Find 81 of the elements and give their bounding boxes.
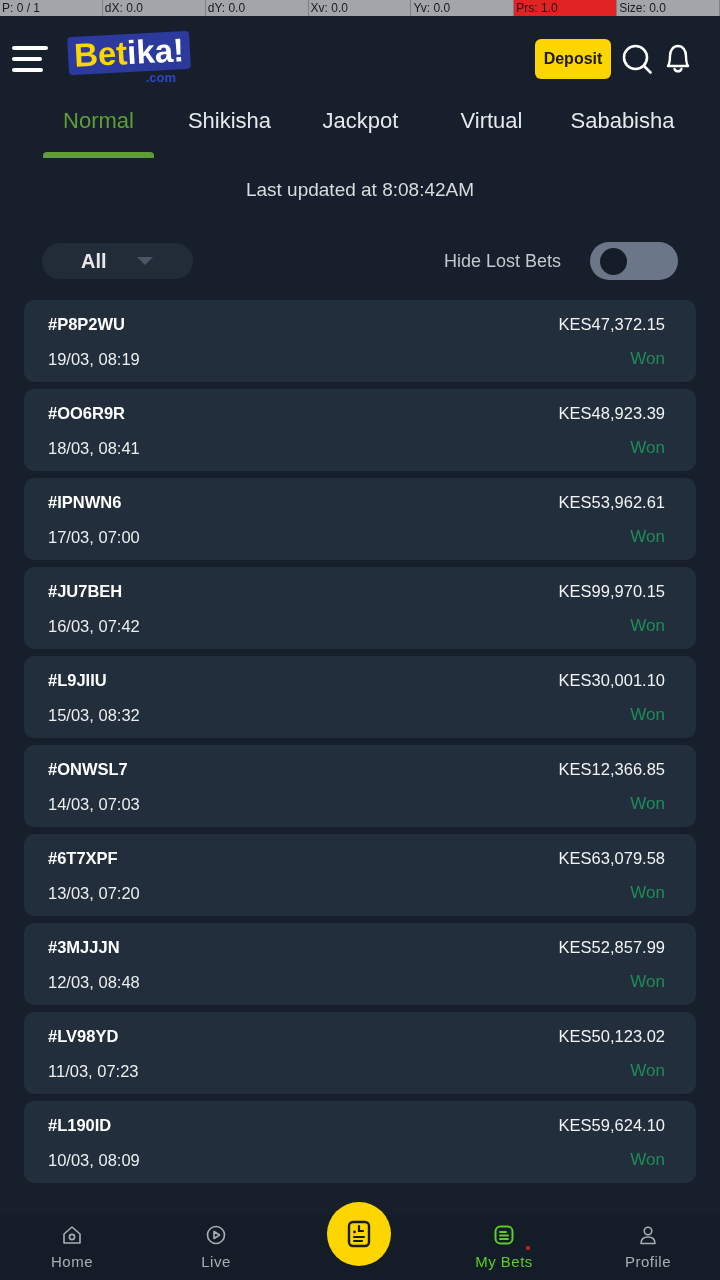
bet-card[interactable]: #P8P2WU KES47,372.15 19/03, 08:19 Won	[24, 300, 696, 382]
bet-status: Won	[630, 1150, 665, 1170]
caret-icon	[136, 257, 153, 265]
bet-id: #6T7XPF	[48, 848, 118, 868]
bet-card[interactable]: #LV98YD KES50,123.02 11/03, 07:23 Won	[24, 1012, 696, 1094]
tab[interactable]: Sababisha	[557, 102, 688, 158]
toggle-switch[interactable]	[590, 242, 678, 280]
pointer-readout: Yv: 0.0	[411, 0, 515, 16]
bet-card[interactable]: #ONWSL7 KES12,366.85 14/03, 07:03 Won	[24, 745, 696, 827]
bet-status: Won	[630, 1061, 665, 1081]
bet-status: Won	[630, 616, 665, 636]
bet-date: 15/03, 08:32	[48, 705, 140, 725]
last-updated-text: Last updated at 8:08:42AM	[244, 178, 476, 202]
bet-date: 13/03, 07:20	[48, 883, 140, 903]
bet-date: 14/03, 07:03	[48, 794, 140, 814]
bet-amount: KES12,366.85	[558, 759, 665, 779]
pointer-readout: Xv: 0.0	[308, 0, 412, 16]
bet-status: Won	[630, 705, 665, 725]
bet-amount: KES47,372.15	[558, 314, 665, 334]
bet-id: #L9JIIU	[48, 670, 107, 690]
pointer-readout: Size: 0.0	[617, 0, 720, 16]
bet-id: #OO6R9R	[48, 403, 126, 423]
bet-amount: KES63,079.58	[558, 848, 665, 868]
bet-id: #IPNWN6	[48, 492, 122, 512]
filter-dropdown[interactable]: All	[42, 243, 193, 279]
profile-icon	[638, 1225, 658, 1245]
bet-amount: KES52,857.99	[558, 937, 665, 957]
bet-status: Won	[630, 972, 665, 992]
pointer-readout: P: 0 / 1	[0, 0, 103, 16]
bet-date: 19/03, 08:19	[48, 349, 140, 369]
bet-card[interactable]: #L190ID KES59,624.10 10/03, 08:09 Won	[24, 1101, 696, 1183]
document-icon	[347, 1220, 371, 1248]
pointer-readout: Prs: 1.0	[514, 0, 618, 16]
tab[interactable]: Shikisha	[164, 102, 295, 158]
bet-status: Won	[630, 883, 665, 903]
list-icon	[494, 1225, 514, 1245]
bet-id: #3MJJJN	[48, 937, 120, 957]
bet-date: 11/03, 07:23	[48, 1061, 139, 1081]
nav-tab[interactable]: Live	[144, 1215, 288, 1280]
tab[interactable]: Normal	[33, 102, 164, 158]
bet-status: Won	[630, 438, 665, 458]
bell-icon[interactable]	[664, 44, 692, 74]
bet-status: Won	[630, 349, 665, 369]
bet-id: #LV98YD	[48, 1026, 119, 1046]
nav-tab[interactable]: My Bets	[432, 1215, 576, 1280]
bet-date: 18/03, 08:41	[48, 438, 140, 458]
bet-card[interactable]: #OO6R9R KES48,923.39 18/03, 08:41 Won	[24, 389, 696, 471]
deposit-button[interactable]: Deposit	[535, 39, 611, 79]
bet-card[interactable]: #6T7XPF KES63,079.58 13/03, 07:20 Won	[24, 834, 696, 916]
bet-amount: KES53,962.61	[558, 492, 665, 512]
bet-amount: KES50,123.02	[558, 1026, 665, 1046]
bet-date: 16/03, 07:42	[48, 616, 140, 636]
bet-status: Won	[630, 527, 665, 547]
bet-id: #L190ID	[48, 1115, 112, 1135]
bet-date: 17/03, 07:00	[48, 527, 140, 547]
bet-amount: KES30,001.10	[558, 670, 665, 690]
bet-date: 12/03, 08:48	[48, 972, 140, 992]
bet-card[interactable]: #L9JIIU KES30,001.10 15/03, 08:32 Won	[24, 656, 696, 738]
pointer-readout: dX: 0.0	[102, 0, 206, 16]
tab[interactable]: Jackpot	[295, 102, 426, 158]
logo-wordmark: Betika!	[67, 30, 191, 76]
bet-status: Won	[630, 794, 665, 814]
nav-tab[interactable]: Home	[0, 1215, 144, 1280]
tab[interactable]: Virtual	[426, 102, 557, 158]
bet-amount: KES99,970.15	[558, 581, 665, 601]
nav-tab[interactable]: Profile	[576, 1215, 720, 1280]
bet-id: #P8P2WU	[48, 314, 126, 334]
bet-card[interactable]: #JU7BEH KES99,970.15 16/03, 07:42 Won	[24, 567, 696, 649]
bet-amount: KES59,624.10	[558, 1115, 665, 1135]
bet-card[interactable]: #IPNWN6 KES53,962.61 17/03, 07:00 Won	[24, 478, 696, 560]
bet-id: #ONWSL7	[48, 759, 128, 779]
home-icon	[62, 1225, 82, 1245]
bet-amount: KES48,923.39	[558, 403, 665, 423]
hide-lost-bets-label: Hide Lost Bets	[443, 250, 561, 272]
pointer-readout: dY: 0.0	[205, 0, 309, 16]
bet-id: #JU7BEH	[48, 581, 123, 601]
bet-card[interactable]: #3MJJJN KES52,857.99 12/03, 08:48 Won	[24, 923, 696, 1005]
search-icon[interactable]	[622, 44, 652, 74]
play-icon	[206, 1225, 226, 1245]
menu-icon[interactable]	[12, 45, 48, 73]
bet-date: 10/03, 08:09	[48, 1150, 140, 1170]
